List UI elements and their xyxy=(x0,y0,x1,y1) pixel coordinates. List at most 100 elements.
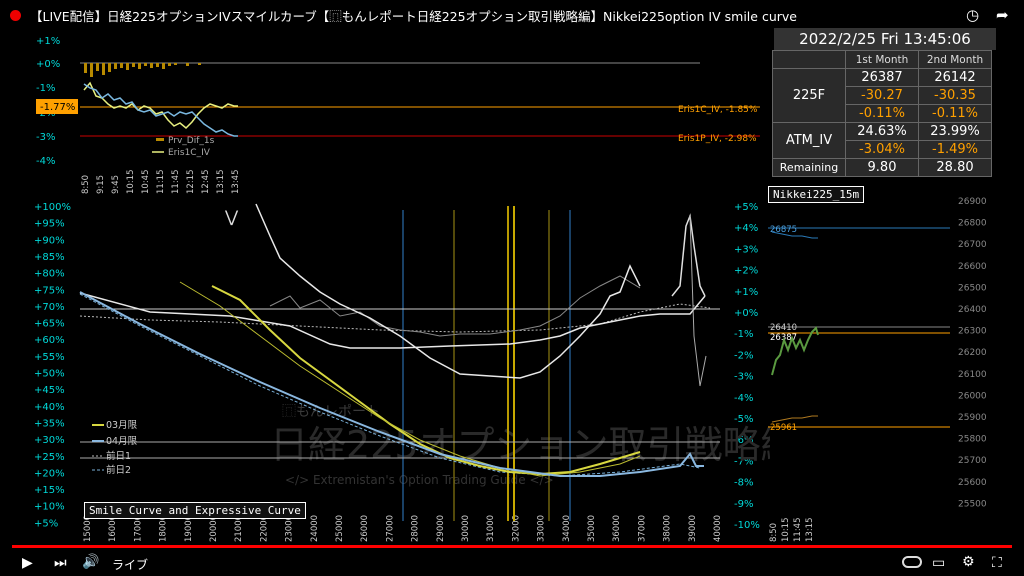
captions-icon[interactable]: ▭ xyxy=(932,555,945,571)
header-1st-month: 1st Month xyxy=(845,50,919,69)
table-cell: 9.80 xyxy=(845,158,919,177)
x-tick-label: 17000 xyxy=(133,515,143,542)
left-tick-label: +80% xyxy=(34,269,65,280)
f225-label: 225F xyxy=(772,68,846,123)
left-tick-label: +5% xyxy=(34,518,58,529)
play-icon[interactable]: ▶ xyxy=(22,555,33,571)
table-cell: -3.04% xyxy=(845,140,919,159)
x-tick-label: 12:15 xyxy=(186,170,196,195)
x-tick-label: 35000 xyxy=(587,515,597,542)
x-tick-label: 40000 xyxy=(713,515,723,542)
right-tick-label: -4% xyxy=(734,393,753,404)
x-tick-label: 8:50 xyxy=(769,523,779,542)
legend-swatch-prv xyxy=(156,138,164,141)
x-tick-label: 13:15 xyxy=(805,518,815,543)
x-tick-label: 21000 xyxy=(234,515,244,542)
video-frame[interactable]: 【LIVE配信】日経225オプションIVスマイルカーブ【⿵もんレポート日経225… xyxy=(0,0,1024,576)
header-2nd-month: 2nd Month xyxy=(918,50,992,69)
left-tick-label: +20% xyxy=(34,468,65,479)
next-icon[interactable]: ⏭ xyxy=(54,555,67,571)
left-tick-label: +50% xyxy=(34,369,65,380)
watch-later-icon[interactable]: ◷ xyxy=(966,6,979,24)
spike-curve xyxy=(671,213,706,297)
left-tick-label: +15% xyxy=(34,485,65,496)
x-tick-label: 13:45 xyxy=(231,170,241,195)
progress-bar[interactable] xyxy=(12,545,1012,548)
legend-prv-dif: Prv_Dif_1s xyxy=(168,136,215,146)
y-tick-label: 26500 xyxy=(958,283,987,293)
x-tick-label: 36000 xyxy=(612,515,622,542)
y-tick-label: 26400 xyxy=(958,305,987,315)
y-tick-label: 26200 xyxy=(958,348,987,358)
right-tick-label: +3% xyxy=(734,244,758,255)
right-tick-label: -8% xyxy=(734,478,753,489)
right-tick-label: -9% xyxy=(734,499,753,510)
x-tick-label: 28000 xyxy=(411,515,421,542)
left-tick-label: +40% xyxy=(34,402,65,413)
atm-iv-label: ATM_IV xyxy=(772,122,846,159)
y-tick-label: 26800 xyxy=(958,219,987,229)
chevron-down-icon: ⋁ xyxy=(224,207,239,226)
eris1c-iv-line xyxy=(83,81,238,130)
table-cell: 23.99% xyxy=(918,122,992,141)
y-tick-label: 25600 xyxy=(958,478,987,488)
x-tick-label: 27000 xyxy=(385,515,395,542)
legend-prev-day-2: 前日2 xyxy=(106,464,131,476)
left-tick-label: +25% xyxy=(34,452,65,463)
right-tick-label: +4% xyxy=(734,223,758,234)
right-tick-label: -10% xyxy=(734,520,760,531)
x-tick-label: 10:15 xyxy=(126,170,136,195)
x-tick-label: 10:15 xyxy=(781,518,791,543)
y-tick-label: 25700 xyxy=(958,456,987,466)
table-cell: 26387 xyxy=(845,68,919,87)
x-tick-label: 30000 xyxy=(461,515,471,542)
left-tick-label: +30% xyxy=(34,435,65,446)
left-tick-label: +55% xyxy=(34,352,65,363)
y-tick-label: 25800 xyxy=(958,435,987,445)
current-value-badge-text: -1.77% xyxy=(40,102,75,113)
autoplay-toggle[interactable] xyxy=(902,556,922,568)
left-tick-label: +100% xyxy=(34,202,71,213)
nikkei-15m-chart: 26900 26800 26700 26600 26500 26400 26300 26200… xyxy=(768,197,987,543)
x-tick-label: 19000 xyxy=(184,515,194,542)
spike-curve-drop xyxy=(689,215,707,387)
share-icon[interactable]: ➦ xyxy=(996,6,1009,24)
level-26410: 26410 xyxy=(770,323,797,333)
prev-day-1-curve xyxy=(79,303,711,333)
legend-03-month: 03月限 xyxy=(106,420,138,431)
volume-icon[interactable]: 🔊 xyxy=(82,554,99,570)
right-tick-label: +1% xyxy=(734,287,758,298)
y-tick-label: 25900 xyxy=(958,413,987,423)
y-tick-label: -4% xyxy=(36,156,55,167)
intraday-iv-chart: +1%+0%-1%-2%-3%-4% 8:509:159:4510:1510:4… xyxy=(36,36,760,195)
fullscreen-icon[interactable]: ⛶ xyxy=(992,555,1002,571)
eris1p-iv-line xyxy=(83,83,238,137)
y-tick-label: -1% xyxy=(36,83,55,94)
x-tick-label: 9:45 xyxy=(111,175,121,194)
y-tick-label: -3% xyxy=(36,132,55,143)
x-tick-label: 15000 xyxy=(83,515,93,542)
settings-gear-icon[interactable]: ⚙ xyxy=(962,554,975,570)
right-tick-label: -1% xyxy=(734,329,753,340)
remaining-label: Remaining xyxy=(772,158,846,177)
x-tick-label: 18000 xyxy=(159,515,169,542)
y-tick-label: +1% xyxy=(36,36,60,47)
x-tick-label: 23000 xyxy=(285,515,295,542)
x-tick-label: 11:45 xyxy=(171,170,181,195)
right-tick-label: +0% xyxy=(734,308,758,319)
live-indicator-icon xyxy=(10,10,21,21)
x-tick-label: 11:45 xyxy=(793,518,803,543)
y-tick-label: +0% xyxy=(36,59,60,70)
x-tick-label: 33000 xyxy=(537,515,547,542)
right-tick-label: +2% xyxy=(734,266,758,277)
prev-diff-bars xyxy=(84,63,201,77)
watermark-line-2: 日経225オプション取引戦略編 xyxy=(270,423,770,467)
table-cell: 26142 xyxy=(918,68,992,87)
table-cell: -0.11% xyxy=(845,104,919,123)
left-tick-label: +60% xyxy=(34,335,65,346)
table-corner xyxy=(772,50,846,69)
x-tick-label: 32000 xyxy=(511,515,521,542)
table-cell: -30.27 xyxy=(845,86,919,105)
right-tick-label: -2% xyxy=(734,350,753,361)
left-tick-label: +70% xyxy=(34,302,65,313)
